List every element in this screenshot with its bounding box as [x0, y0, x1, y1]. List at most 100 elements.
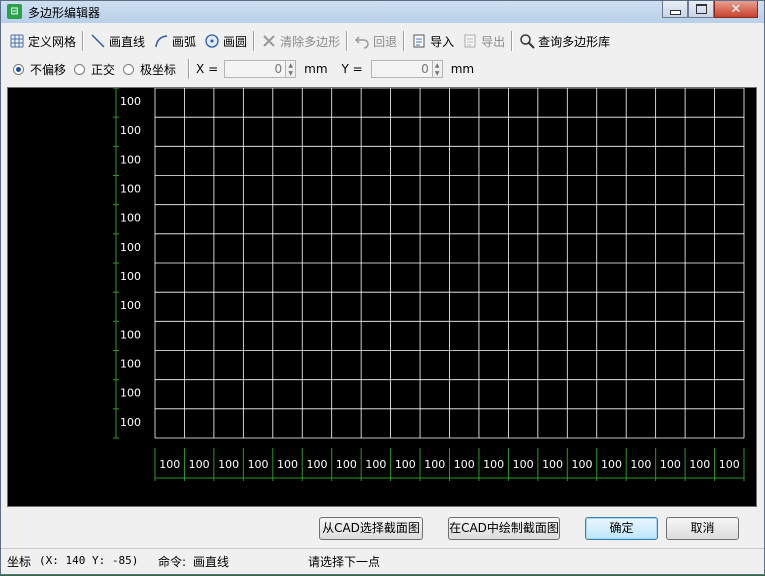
- draw-line-button[interactable]: 画直线: [86, 30, 149, 52]
- toolbar-divider: [253, 31, 256, 51]
- clear-polygon-label: 清除多边形: [280, 34, 341, 49]
- minimize-icon: [669, 9, 681, 15]
- x-dimension-label: 100: [601, 458, 622, 471]
- maximize-icon: [695, 4, 707, 14]
- x-unit: mm: [304, 62, 328, 76]
- x-dimension-label: 100: [159, 458, 180, 471]
- clear-polygon-button[interactable]: 清除多边形: [257, 30, 344, 52]
- x-dimension-label: 100: [719, 458, 740, 471]
- coord-label: 坐标: [7, 555, 32, 569]
- y-dimension-label: 100: [120, 270, 141, 283]
- x-dimension-label: 100: [424, 458, 445, 471]
- import-label: 导入: [430, 34, 455, 49]
- y-dimension-label: 100: [120, 183, 141, 196]
- minimize-button[interactable]: [662, 1, 688, 18]
- x-spinner[interactable]: ▲ ▼: [286, 60, 297, 78]
- radio-no-offset-label: 不偏移: [30, 62, 67, 77]
- status-bar: 坐标 (X: 140 Y: -85) 命令: 画直线 请选择下一点: [1, 548, 764, 576]
- x-dimension-label: 100: [630, 458, 651, 471]
- circle-icon: [204, 33, 220, 49]
- undo-icon: [354, 33, 370, 49]
- ok-button[interactable]: 确定: [585, 517, 658, 540]
- y-dimension-label: 100: [120, 328, 141, 341]
- radio-no-offset[interactable]: [13, 63, 24, 75]
- coord-value: (X: 140 Y: -85): [39, 554, 139, 567]
- x-label: X =: [196, 62, 219, 76]
- define-grid-button[interactable]: 定义网格: [5, 30, 80, 52]
- radio-orthogonal[interactable]: [74, 63, 86, 75]
- cancel-button[interactable]: 取消: [666, 517, 739, 540]
- undo-label: 回退: [373, 34, 398, 49]
- undo-button[interactable]: 回退: [350, 30, 401, 52]
- x-dimension-label: 100: [336, 458, 357, 471]
- x-input[interactable]: 0: [224, 60, 287, 78]
- x-dimension-label: 100: [542, 458, 563, 471]
- line-icon: [90, 33, 106, 49]
- export-icon: [462, 33, 478, 49]
- x-dimension-label: 100: [689, 458, 710, 471]
- toolbar-divider: [82, 31, 85, 51]
- y-dimension-label: 100: [120, 124, 141, 137]
- x-dimension-label: 100: [454, 458, 475, 471]
- y-label: Y =: [341, 62, 363, 76]
- command-value: 画直线: [193, 555, 230, 569]
- y-spinner[interactable]: ▲ ▼: [432, 60, 443, 78]
- toolbar-divider: [403, 31, 406, 51]
- draw-in-cad-button[interactable]: 在CAD中绘制截面图: [448, 517, 560, 540]
- drawing-canvas[interactable]: 100 100 100 100 100 100 100 100 100 100 100 100 100 1…: [7, 87, 757, 507]
- prompt-text: 请选择下一点: [308, 555, 381, 569]
- x-dimension-label: 100: [306, 458, 327, 471]
- radio-polar-label: 极坐标: [140, 62, 177, 77]
- import-button[interactable]: 导入: [407, 30, 458, 52]
- select-from-cad-button[interactable]: 从CAD选择截面图: [319, 517, 423, 540]
- polygon-editor-window: ⊟ 多边形编辑器 ✕ 定义网格 画直线 画弧 画圆 清除多边形 回退 导入 导出…: [0, 0, 765, 575]
- export-label: 导出: [481, 34, 506, 49]
- y-dimension-label: 100: [120, 212, 141, 225]
- y-dimension-label: 100: [120, 299, 141, 312]
- command-label: 命令:: [158, 555, 187, 569]
- draw-circle-button[interactable]: 画圆: [200, 30, 251, 52]
- toolbar-divider: [511, 31, 514, 51]
- title-bar[interactable]: ⊟ 多边形编辑器 ✕: [1, 1, 764, 23]
- x-dimension-label: 100: [513, 458, 534, 471]
- draw-line-label: 画直线: [109, 34, 146, 49]
- maximize-button[interactable]: [688, 1, 714, 18]
- arc-icon: [153, 33, 169, 49]
- x-dimension-label: 100: [483, 458, 504, 471]
- radio-orthogonal-label: 正交: [91, 62, 116, 77]
- window-title: 多边形编辑器: [28, 6, 101, 20]
- toolbar-divider: [346, 31, 349, 51]
- import-icon: [411, 33, 427, 49]
- y-input[interactable]: 0: [370, 60, 433, 78]
- export-button[interactable]: 导出: [458, 30, 509, 52]
- y-dimension-label: 100: [120, 416, 141, 429]
- y-dimension-label: 100: [120, 95, 141, 108]
- options-divider: [188, 59, 191, 79]
- x-dimension-label: 100: [660, 458, 681, 471]
- clear-icon: [261, 33, 277, 49]
- define-grid-label: 定义网格: [28, 34, 77, 49]
- radio-polar[interactable]: [123, 63, 135, 75]
- toolbar: 定义网格 画直线 画弧 画圆 清除多边形 回退 导入 导出 查询多边形库: [5, 28, 760, 54]
- query-polygon-library-button[interactable]: 查询多边形库: [515, 30, 614, 52]
- y-dimension-label: 100: [120, 153, 141, 166]
- x-dimension-label: 100: [572, 458, 593, 471]
- search-icon: [519, 33, 535, 49]
- draw-arc-label: 画弧: [172, 34, 197, 49]
- offset-options-bar: 不偏移 正交 极坐标 X = 0 ▲ ▼ mm Y = 0 ▲ ▼ mm: [5, 56, 760, 82]
- grid-svg: 100 100 100 100 100 100 100 100 100 100 100 100 100 1…: [113, 88, 745, 481]
- close-icon: ✕: [730, 1, 742, 17]
- x-dimension-label: 100: [218, 458, 239, 471]
- y-dimension-label: 100: [120, 241, 141, 254]
- x-dimension-label: 100: [277, 458, 298, 471]
- y-dimension-label: 100: [120, 358, 141, 371]
- draw-arc-button[interactable]: 画弧: [149, 30, 200, 52]
- y-dimension-label: 100: [120, 387, 141, 400]
- dialog-button-bar: 从CAD选择截面图 在CAD中绘制截面图 确定 取消: [1, 510, 764, 548]
- app-grid-icon: ⊟: [7, 4, 22, 19]
- close-button[interactable]: ✕: [714, 1, 758, 18]
- x-dimension-label: 100: [189, 458, 210, 471]
- x-dimension-label: 100: [395, 458, 416, 471]
- x-dimension-label: 100: [365, 458, 386, 471]
- draw-circle-label: 画圆: [223, 34, 248, 49]
